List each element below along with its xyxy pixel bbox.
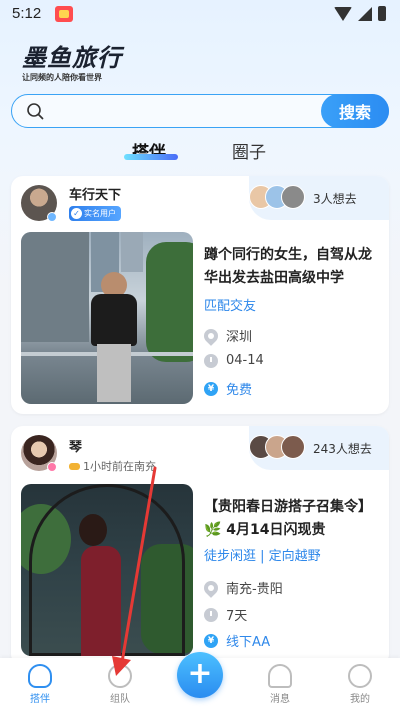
team-icon [108, 664, 132, 688]
nav-messages[interactable]: 消息 [250, 664, 310, 705]
nav-label: 搭伴 [30, 694, 50, 705]
last-seen: 1小时前在南充 [69, 458, 156, 474]
location-row: 南充-贵阳 [201, 577, 283, 598]
location-text: 南充-贵阳 [226, 582, 283, 597]
post-tags[interactable]: 匹配交友 [204, 295, 256, 314]
partner-icon [28, 664, 52, 688]
verified-label: 实名用户 [84, 209, 116, 218]
yen-icon: ¥ [204, 381, 218, 396]
nav-partner[interactable]: 搭伴 [10, 664, 70, 705]
status-bar: 5:12 [0, 0, 400, 28]
clock-icon [204, 607, 218, 622]
profile-icon [348, 664, 372, 688]
search-button[interactable]: 搜索 [321, 94, 389, 128]
plus-icon: + [187, 656, 213, 691]
location-row: 深圳 [201, 325, 253, 346]
publish-plus-button[interactable]: + [177, 652, 223, 698]
gender-badge-icon [47, 462, 57, 472]
location-pin-icon [201, 325, 221, 346]
app-notification-icon [55, 6, 73, 22]
status-indicators [334, 6, 386, 21]
last-seen-text: 1小时前在南充 [83, 460, 156, 473]
clock-icon [204, 353, 218, 368]
wifi-icon [334, 6, 352, 21]
user-name[interactable]: 车行天下 [69, 184, 121, 203]
want-count: 243人想去 [313, 442, 372, 456]
user-name[interactable]: 琴 [69, 436, 82, 455]
want-count: 3人想去 [313, 192, 357, 206]
nav-profile[interactable]: 我的 [330, 664, 390, 705]
post-photo[interactable] [21, 484, 193, 656]
yen-icon: ¥ [204, 633, 218, 648]
mini-avatar [281, 435, 305, 459]
interested-avatars [249, 435, 319, 461]
post-card[interactable]: 琴 1小时前在南充 243人想去 【贵阳春日游搭子召集令】🌿 4月14日闪现贵 … [11, 426, 389, 666]
duration-text: 7天 [226, 609, 248, 624]
post-tags[interactable]: 徒步闲逛 | 定向越野 [204, 545, 321, 564]
bottom-nav: 搭伴 组队 + 消息 我的 [0, 652, 400, 711]
bell-icon [268, 664, 292, 688]
post-title[interactable]: 蹲个同行的女生，自驾从龙华出发去盐田高级中学 [204, 244, 380, 290]
nav-label: 我的 [350, 694, 370, 705]
post-card[interactable]: 车行天下 ✓ 实名用户 3人想去 蹲个同行的女生，自驾从龙华出发去盐田高级中学 … [11, 176, 389, 414]
check-icon: ✓ [71, 208, 82, 219]
post-photo[interactable] [21, 232, 193, 404]
price-text: 线下AA [226, 635, 271, 650]
nav-label: 组队 [110, 694, 130, 705]
price-row: ¥ 线下AA [204, 631, 270, 650]
verified-badge: ✓ 实名用户 [69, 206, 121, 221]
app-title: 墨鱼旅行 [22, 44, 122, 72]
search-input[interactable]: 搜索 [11, 94, 389, 128]
gender-badge-icon [47, 212, 57, 222]
search-icon [27, 103, 44, 120]
tab-active-indicator [124, 154, 178, 160]
interested-avatars [249, 185, 319, 211]
post-title[interactable]: 【贵阳春日游搭子召集令】🌿 4月14日闪现贵 [204, 496, 380, 542]
location-pin-icon [201, 577, 221, 598]
location-text: 深圳 [226, 330, 253, 345]
nav-label: 消息 [270, 694, 290, 705]
battery-icon [378, 6, 386, 21]
tab-bar: 搭伴 圈子 [0, 136, 400, 166]
cellular-signal-icon [358, 6, 372, 21]
tab-circle[interactable]: 圈子 [232, 138, 266, 163]
date-text: 04-14 [226, 353, 264, 368]
duration-row: 7天 [204, 605, 247, 624]
nav-team[interactable]: 组队 [90, 664, 150, 705]
app-slogan: 让同频的人陪你看世界 [22, 73, 102, 82]
price-text: 免费 [226, 383, 253, 398]
mini-avatar [281, 185, 305, 209]
price-row: ¥ 免费 [204, 379, 252, 398]
status-time: 5:12 [12, 5, 42, 22]
date-row: 04-14 [204, 353, 264, 368]
key-icon [69, 462, 80, 470]
